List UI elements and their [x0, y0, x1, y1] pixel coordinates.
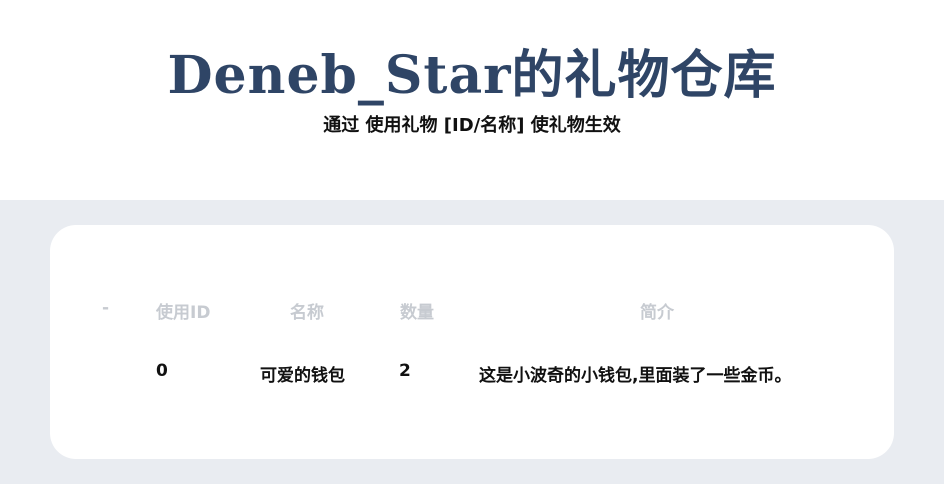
gift-quantity: 2 [399, 361, 411, 381]
page-title: Deneb_Star的礼物仓库 [167, 45, 777, 106]
page-header: Deneb_Star的礼物仓库 通过 使用礼物 [ID/名称] 使礼物生效 [0, 0, 944, 200]
column-header-description: 简介 [640, 303, 674, 323]
gift-name: 可爱的钱包 [260, 366, 345, 386]
page-subtitle: 通过 使用礼物 [ID/名称] 使礼物生效 [323, 115, 621, 136]
gift-id: 0 [156, 361, 168, 381]
gift-table-card: - 使用ID 名称 数量 简介 0 可爱的钱包 2 这是小波奇的小钱包,里面装了… [50, 225, 894, 459]
column-header-quantity: 数量 [400, 303, 434, 323]
gift-description: 这是小波奇的小钱包,里面装了一些金币。 [479, 366, 792, 386]
column-header-id: 使用ID [156, 303, 211, 323]
column-header-name: 名称 [290, 303, 324, 323]
column-header-dash: - [102, 298, 110, 318]
